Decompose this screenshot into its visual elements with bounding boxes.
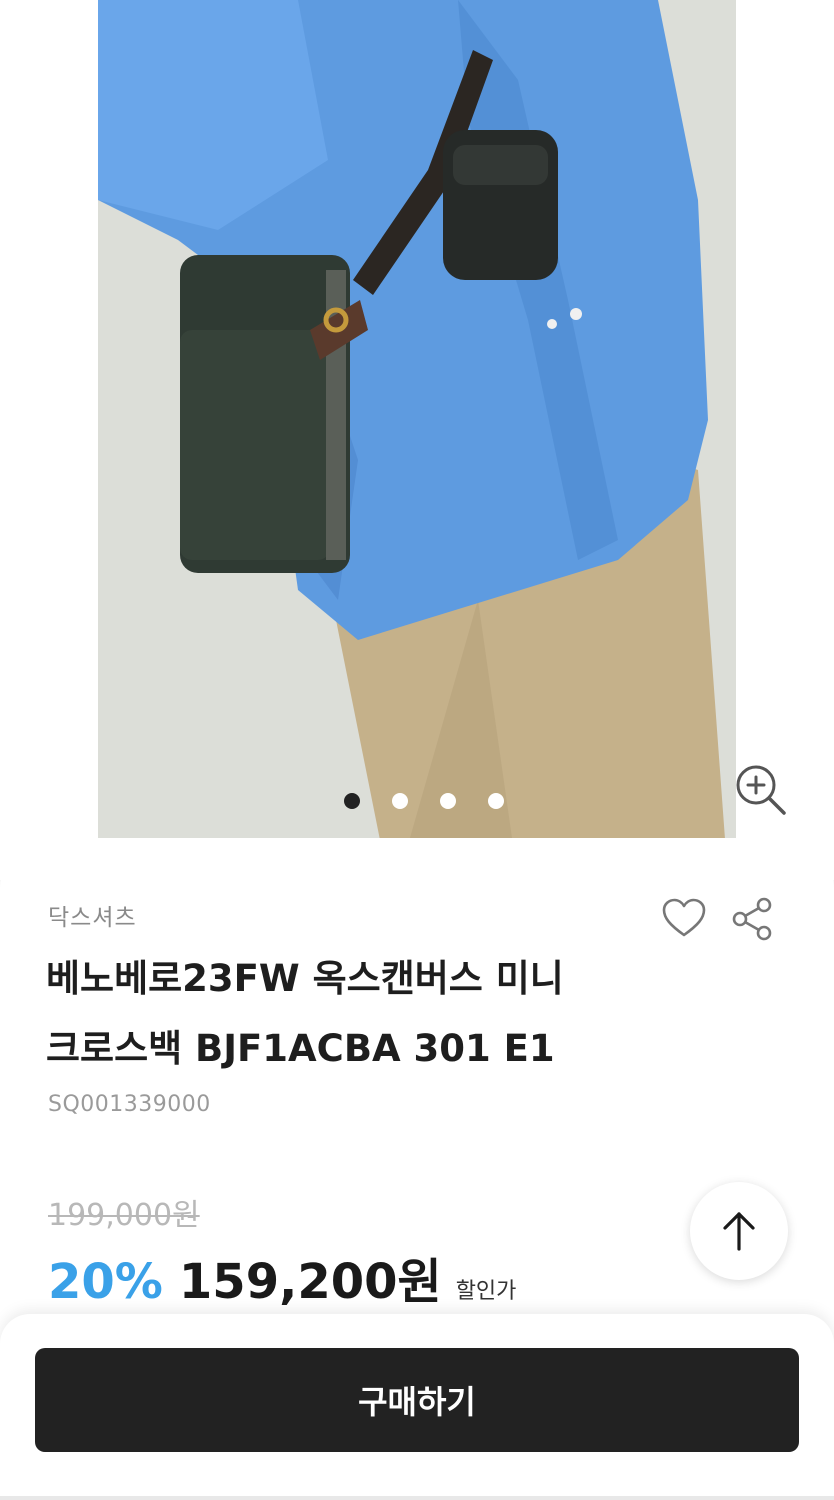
- share-button[interactable]: [728, 895, 776, 943]
- bottom-action-bar: 구매하기: [0, 1314, 834, 1500]
- zoom-button[interactable]: [733, 762, 789, 818]
- share-icon: [732, 897, 772, 941]
- gesture-bar: [0, 1496, 834, 1500]
- sale-price-label: 할인가: [455, 1279, 517, 1304]
- discount-rate: 20%: [48, 1254, 163, 1310]
- gallery-pagination: [344, 793, 504, 809]
- heart-icon: [662, 898, 706, 937]
- price-row: 20% 159,200원 할인가: [48, 1242, 516, 1312]
- product-photo: [98, 0, 736, 880]
- product-title: 베노베로23FW 옥스캔버스 미니 크로스백 BJF1ACBA 301 E1: [46, 944, 686, 1084]
- product-detail-screen: 닥스셔츠 베노베로23FW 옥스캔버스 미니 크로스백 BJF1ACBA 301…: [0, 0, 834, 1500]
- sale-price: 159,200원: [178, 1254, 442, 1310]
- buy-button[interactable]: 구매하기: [35, 1348, 799, 1452]
- gallery-dot-2[interactable]: [392, 793, 408, 809]
- like-button[interactable]: [660, 895, 708, 943]
- gallery-dot-3[interactable]: [440, 793, 456, 809]
- product-title-line-2: 크로스백 BJF1ACBA 301 E1: [46, 1027, 555, 1070]
- original-price: 199,000원: [48, 1198, 200, 1233]
- gallery-dot-1[interactable]: [344, 793, 360, 809]
- product-gallery[interactable]: [0, 0, 834, 880]
- arrow-up-icon: [723, 1212, 755, 1251]
- scroll-to-top-button[interactable]: [690, 1182, 788, 1280]
- product-sku: SQ001339000: [48, 1092, 211, 1117]
- zoom-in-icon: [736, 765, 786, 815]
- gallery-dot-4[interactable]: [488, 793, 504, 809]
- product-title-line-1: 베노베로23FW 옥스캔버스 미니: [46, 957, 564, 1000]
- brand-name[interactable]: 닥스셔츠: [48, 898, 137, 932]
